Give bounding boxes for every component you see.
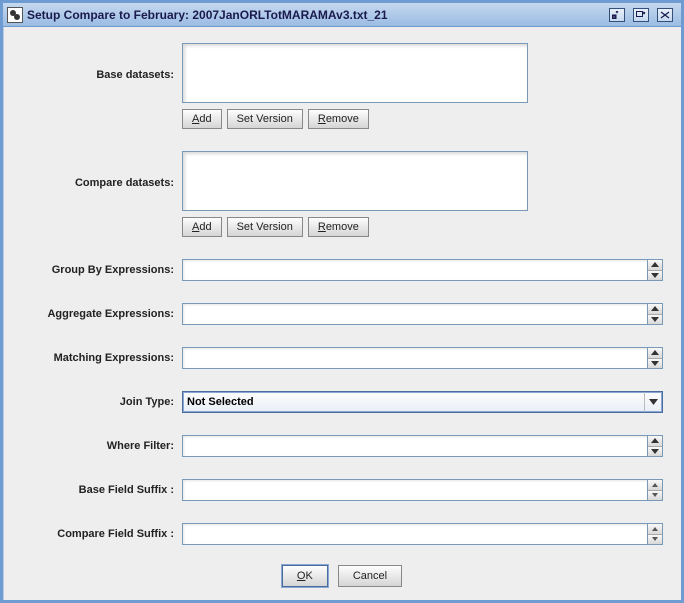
- aggregate-up[interactable]: [648, 304, 662, 314]
- base-remove-button[interactable]: Remove: [308, 109, 369, 129]
- aggregate-input[interactable]: [182, 303, 647, 325]
- compare-suffix-down[interactable]: [648, 534, 662, 545]
- compare-add-button[interactable]: Add: [182, 217, 222, 237]
- aggregate-row: Aggregate Expressions:: [21, 303, 663, 325]
- compare-datasets-field-area: Add Set Version Remove: [182, 151, 663, 237]
- base-suffix-field: [182, 479, 663, 501]
- compare-suffix-field: [182, 523, 663, 545]
- join-type-row: Join Type: Not Selected: [21, 391, 663, 413]
- base-suffix-up[interactable]: [648, 480, 662, 490]
- dialog-window: Setup Compare to February: 2007JanORLTot…: [0, 0, 684, 603]
- remove-accel: R: [318, 113, 326, 125]
- base-datasets-label: Base datasets:: [21, 43, 176, 81]
- base-datasets-buttons: Add Set Version Remove: [182, 109, 663, 129]
- compare-remove-button[interactable]: Remove: [308, 217, 369, 237]
- compare-suffix-row: Compare Field Suffix :: [21, 523, 663, 545]
- titlebar: Setup Compare to February: 2007JanORLTot…: [3, 3, 681, 27]
- join-type-select[interactable]: Not Selected: [182, 391, 663, 413]
- where-filter-row: Where Filter:: [21, 435, 663, 457]
- matching-label: Matching Expressions:: [21, 352, 176, 364]
- matching-up[interactable]: [648, 348, 662, 358]
- group-by-label: Group By Expressions:: [21, 264, 176, 276]
- base-suffix-down[interactable]: [648, 490, 662, 501]
- join-type-label: Join Type:: [21, 396, 176, 408]
- aggregate-field: [182, 303, 663, 325]
- ok-rest: K: [305, 570, 312, 582]
- group-by-input[interactable]: [182, 259, 647, 281]
- matching-row: Matching Expressions:: [21, 347, 663, 369]
- add-rest-2: dd: [199, 221, 211, 233]
- group-by-down[interactable]: [648, 270, 662, 281]
- group-by-field: [182, 259, 663, 281]
- remove-rest-2: emove: [326, 221, 359, 233]
- matching-input[interactable]: [182, 347, 647, 369]
- where-filter-down[interactable]: [648, 446, 662, 457]
- base-suffix-label: Base Field Suffix :: [21, 484, 176, 496]
- join-type-field: Not Selected: [182, 391, 663, 413]
- cancel-button[interactable]: Cancel: [338, 565, 402, 587]
- base-datasets-row: Base datasets: Add Set Version Remove: [21, 43, 663, 129]
- maximize-button[interactable]: [633, 8, 649, 22]
- where-filter-field: [182, 435, 663, 457]
- dialog-bottom-buttons: OK Cancel: [21, 565, 663, 587]
- aggregate-spinner: [647, 303, 663, 325]
- window-title: Setup Compare to February: 2007JanORLTot…: [27, 8, 605, 22]
- minimize-button[interactable]: [609, 8, 625, 22]
- compare-datasets-label: Compare datasets:: [21, 151, 176, 189]
- where-filter-spinner: [647, 435, 663, 457]
- compare-suffix-spinner: [647, 523, 663, 545]
- base-datasets-field-area: Add Set Version Remove: [182, 43, 663, 129]
- compare-set-version-button[interactable]: Set Version: [227, 217, 303, 237]
- group-by-spinner: [647, 259, 663, 281]
- compare-suffix-up[interactable]: [648, 524, 662, 534]
- app-icon: [7, 7, 23, 23]
- ok-button[interactable]: OK: [282, 565, 328, 587]
- matching-field: [182, 347, 663, 369]
- group-by-row: Group By Expressions:: [21, 259, 663, 281]
- compare-datasets-list[interactable]: [182, 151, 528, 211]
- base-suffix-input[interactable]: [182, 479, 647, 501]
- matching-spinner: [647, 347, 663, 369]
- compare-datasets-row: Compare datasets: Add Set Version Remove: [21, 151, 663, 237]
- group-by-up[interactable]: [648, 260, 662, 270]
- remove-accel-2: R: [318, 221, 326, 233]
- base-datasets-list[interactable]: [182, 43, 528, 103]
- base-suffix-row: Base Field Suffix :: [21, 479, 663, 501]
- remove-rest: emove: [326, 113, 359, 125]
- content-panel: Base datasets: Add Set Version Remove Co…: [3, 27, 681, 600]
- base-set-version-button[interactable]: Set Version: [227, 109, 303, 129]
- compare-suffix-input[interactable]: [182, 523, 647, 545]
- window-controls: [609, 8, 673, 22]
- close-button[interactable]: [657, 8, 673, 22]
- compare-datasets-buttons: Add Set Version Remove: [182, 217, 663, 237]
- base-add-button[interactable]: Add: [182, 109, 222, 129]
- where-filter-input[interactable]: [182, 435, 647, 457]
- aggregate-down[interactable]: [648, 314, 662, 325]
- where-filter-label: Where Filter:: [21, 440, 176, 452]
- matching-down[interactable]: [648, 358, 662, 369]
- aggregate-label: Aggregate Expressions:: [21, 308, 176, 320]
- add-rest: dd: [199, 113, 211, 125]
- where-filter-up[interactable]: [648, 436, 662, 446]
- compare-suffix-label: Compare Field Suffix :: [21, 528, 176, 540]
- base-suffix-spinner: [647, 479, 663, 501]
